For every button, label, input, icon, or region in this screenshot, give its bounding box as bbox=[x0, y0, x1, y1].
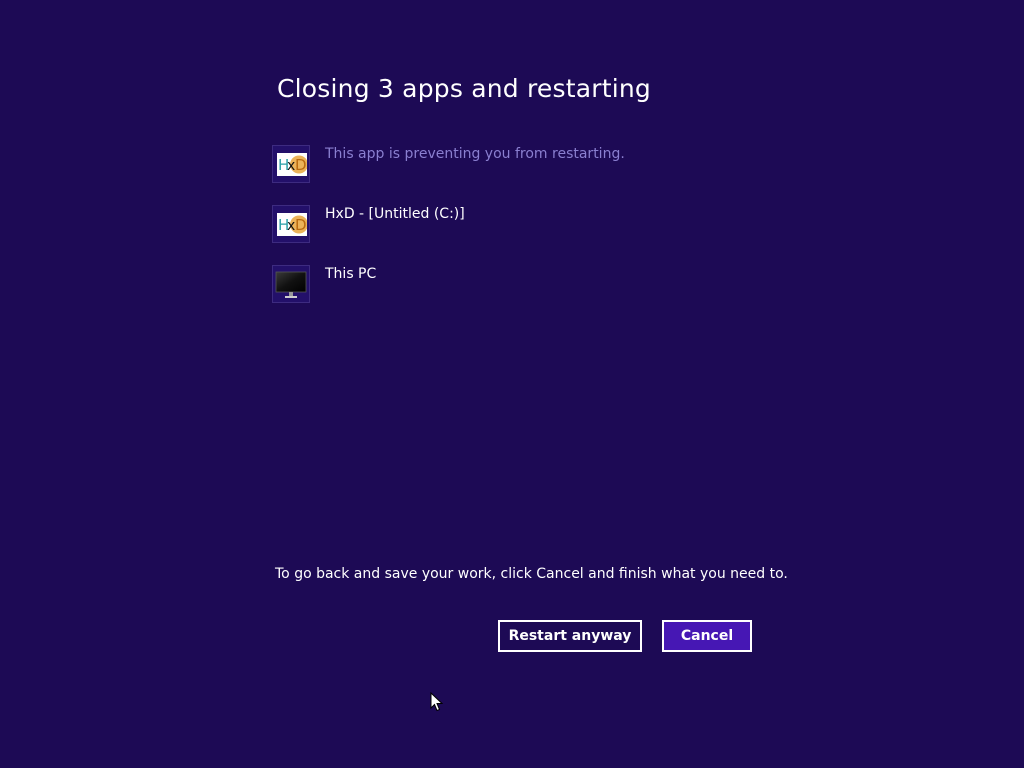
computer-monitor-icon bbox=[275, 270, 307, 304]
app-tile bbox=[272, 265, 310, 303]
hxd-logo-d: D bbox=[295, 216, 307, 234]
page-title: Closing 3 apps and restarting bbox=[277, 74, 651, 103]
hxd-app-icon: H x D bbox=[277, 213, 307, 236]
app-list-item: This PC bbox=[272, 265, 772, 305]
hxd-logo-d: D bbox=[295, 156, 307, 174]
app-label: This PC bbox=[325, 266, 377, 282]
mouse-pointer-icon bbox=[430, 691, 444, 716]
save-work-hint: To go back and save your work, click Can… bbox=[275, 566, 788, 582]
restart-blocking-screen: Closing 3 apps and restarting H x D This… bbox=[0, 0, 1024, 768]
app-list-item: H x D This app is preventing you from re… bbox=[272, 145, 772, 185]
app-label: This app is preventing you from restarti… bbox=[325, 146, 625, 162]
app-label: HxD - [Untitled (C:)] bbox=[325, 206, 465, 222]
restart-anyway-button[interactable]: Restart anyway bbox=[498, 620, 642, 652]
app-tile: H x D bbox=[272, 145, 310, 183]
cancel-button[interactable]: Cancel bbox=[662, 620, 752, 652]
app-list-item: H x D HxD - [Untitled (C:)] bbox=[272, 205, 772, 245]
hxd-app-icon: H x D bbox=[277, 153, 307, 176]
app-tile: H x D bbox=[272, 205, 310, 243]
